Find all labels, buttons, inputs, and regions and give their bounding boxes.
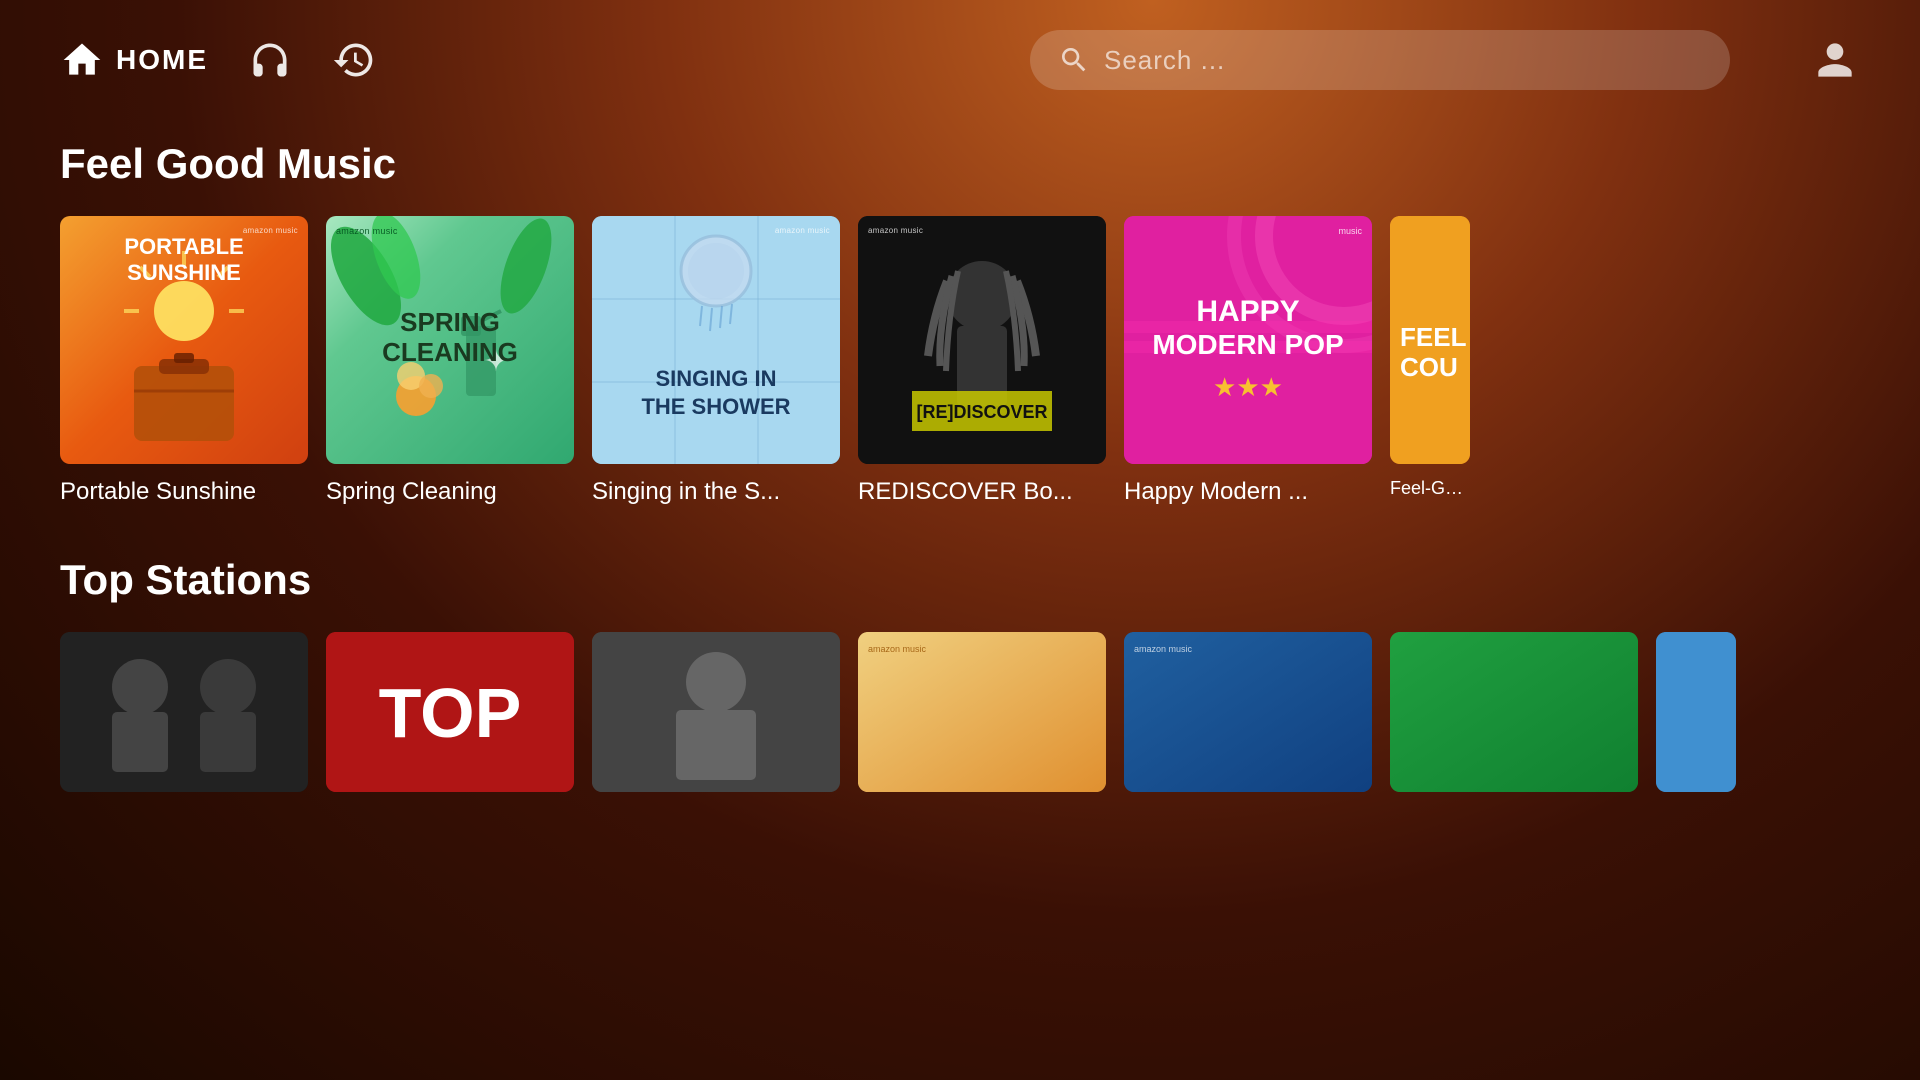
station-art-6 — [1390, 632, 1638, 792]
svg-text:[RE]DISCOVER: [RE]DISCOVER — [916, 402, 1047, 422]
card-label-happy-pop: Happy Modern ... — [1124, 478, 1372, 506]
station-art-amazon: amazon music — [1124, 632, 1372, 792]
top-stations-cards-row: TOP — [60, 632, 1860, 792]
amazon-badge-3 — [775, 226, 830, 235]
portable-sunshine-art: PORTABLE SUNSHINE — [60, 216, 308, 464]
feel-good-partial-art: FEEL COU — [1390, 216, 1470, 464]
shower-art: SINGING IN THE SHOWER — [592, 216, 840, 464]
amazon-badge-2 — [336, 226, 398, 236]
top-stations-title: Top Stations — [60, 556, 1860, 604]
user-icon[interactable] — [1810, 35, 1860, 85]
amazon-badge-1 — [243, 226, 298, 235]
card-feel-good-partial[interactable]: FEEL COU Feel-Go... — [1390, 216, 1470, 506]
search-bar[interactable]: Search ... — [1030, 30, 1730, 90]
card-label-portable-sunshine: Portable Sunshine — [60, 478, 308, 506]
station-art-partial — [1656, 632, 1736, 792]
card-happy-modern-pop[interactable]: music HAPPY MODERN POP ★★★ — [1124, 216, 1372, 506]
station-card-3[interactable] — [592, 632, 840, 792]
feel-good-title: Feel Good Music — [60, 140, 1860, 188]
top-stations-section: Top Stations — [0, 506, 1920, 792]
home-label: HOME — [116, 44, 208, 76]
svg-text:amazon music: amazon music — [868, 644, 927, 654]
amazon-badge-5: music — [1338, 226, 1362, 236]
svg-text:HAPPY: HAPPY — [1196, 295, 1299, 328]
svg-text:SPRING: SPRING — [400, 307, 500, 337]
svg-text:SUNSHINE: SUNSHINE — [127, 260, 241, 285]
feel-good-cards-row: PORTABLE SUNSHINE Portable Sunshine — [60, 216, 1860, 506]
home-button[interactable]: HOME — [60, 38, 208, 82]
home-icon — [60, 38, 104, 82]
history-icon[interactable] — [332, 38, 376, 82]
svg-text:COU: COU — [1400, 352, 1458, 382]
svg-text:CLEANING: CLEANING — [382, 337, 518, 367]
station-art-top: TOP — [326, 632, 574, 792]
nav-left: HOME — [60, 38, 376, 82]
feel-good-section: Feel Good Music — [0, 120, 1920, 506]
station-card-amazon[interactable]: amazon music — [1124, 632, 1372, 792]
card-label-feel-good-partial: Feel-Go... — [1390, 478, 1470, 499]
header: HOME Search ... — [0, 0, 1920, 120]
amazon-badge-4 — [868, 226, 923, 235]
headphones-icon[interactable] — [248, 38, 292, 82]
station-art-1 — [60, 632, 308, 792]
station-card-6[interactable] — [1390, 632, 1638, 792]
card-label-rediscover: REDISCOVER Bo... — [858, 478, 1106, 506]
card-portable-sunshine[interactable]: PORTABLE SUNSHINE Portable Sunshine — [60, 216, 308, 506]
station-card-partial[interactable] — [1656, 632, 1736, 792]
card-singing-shower[interactable]: SINGING IN THE SHOWER Singing in the S..… — [592, 216, 840, 506]
rediscover-art: [RE]DISCOVER — [858, 216, 1106, 464]
card-label-shower: Singing in the S... — [592, 478, 840, 506]
search-placeholder: Search ... — [1104, 45, 1225, 76]
spring-cleaning-art: ✦ SPRING CLEANING — [326, 216, 574, 464]
svg-text:MODERN POP: MODERN POP — [1152, 329, 1343, 360]
svg-text:TOP: TOP — [379, 674, 522, 752]
svg-text:FEEL: FEEL — [1400, 322, 1467, 352]
station-card-top[interactable]: TOP — [326, 632, 574, 792]
svg-text:★★★: ★★★ — [1213, 372, 1283, 402]
station-card-4[interactable]: amazon music — [858, 632, 1106, 792]
svg-text:THE SHOWER: THE SHOWER — [641, 394, 790, 419]
station-art-3 — [592, 632, 840, 792]
svg-text:PORTABLE: PORTABLE — [124, 234, 243, 259]
search-icon — [1058, 44, 1090, 76]
card-spring-cleaning[interactable]: ✦ SPRING CLEANING Spring Cleaning — [326, 216, 574, 506]
svg-text:SINGING IN: SINGING IN — [655, 366, 776, 391]
card-rediscover[interactable]: [RE]DISCOVER REDISCOVER Bo... — [858, 216, 1106, 506]
happy-pop-art: HAPPY MODERN POP ★★★ — [1124, 216, 1372, 464]
station-art-4: amazon music — [858, 632, 1106, 792]
card-label-spring-cleaning: Spring Cleaning — [326, 478, 574, 506]
station-card-1[interactable] — [60, 632, 308, 792]
svg-text:amazon music: amazon music — [1134, 644, 1193, 654]
